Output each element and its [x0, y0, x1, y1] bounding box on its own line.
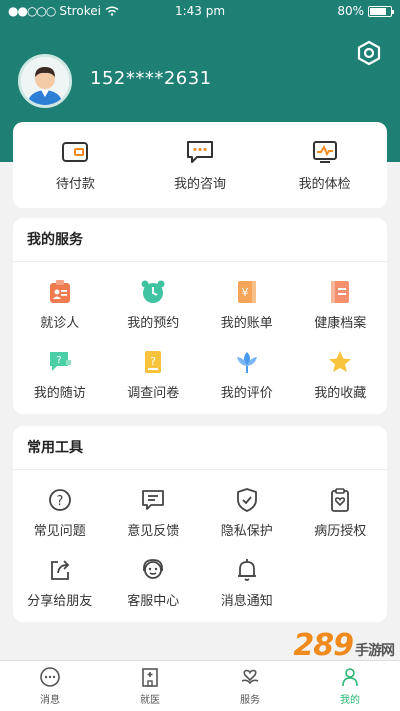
shield-check-icon — [236, 488, 257, 512]
message-icon — [40, 667, 60, 687]
flower-icon — [236, 352, 257, 373]
service-label: 我的收藏 — [314, 386, 367, 401]
service-label: 我的预约 — [127, 316, 180, 331]
battery-icon — [368, 5, 394, 17]
chat-bubble-icon — [186, 140, 213, 163]
common-tools-card: 常用工具 ? 常见问题 意见反馈 隐私保护 病历授权 分享给朋友 客服中心 消息… — [13, 426, 387, 622]
tab-medical[interactable]: 就医 — [100, 661, 200, 711]
followup-chat-icon: ? — [49, 352, 71, 371]
tab-label: 就医 — [140, 695, 160, 706]
quick-action-pending-payment[interactable]: 待付款 — [25, 139, 125, 192]
wifi-icon — [105, 6, 119, 16]
status-bar: ●●○○○ Strokei 1:43 pm 80% — [0, 0, 400, 22]
tab-label: 消息 — [40, 695, 60, 706]
person-icon — [342, 668, 358, 687]
service-label: 就诊人 — [40, 316, 80, 331]
battery-percent: 80% — [337, 4, 364, 18]
section-title: 常用工具 — [13, 426, 387, 470]
question-icon: ? — [48, 489, 71, 511]
clipboard-heart-icon — [331, 488, 350, 512]
monitor-pulse-icon — [312, 140, 337, 163]
tab-label: 我的 — [340, 695, 360, 706]
tool-feedback[interactable]: 意见反馈 — [107, 478, 201, 548]
service-label: 健康档案 — [314, 316, 367, 331]
service-health-records[interactable]: 健康档案 — [294, 270, 388, 340]
service-label: 我的评价 — [220, 386, 273, 401]
watermark-suffix: 手游网 — [355, 643, 395, 659]
quick-action-label: 待付款 — [55, 176, 95, 192]
feedback-icon — [142, 490, 165, 510]
tool-label: 常见问题 — [33, 524, 86, 539]
quick-actions-card: 待付款 我的咨询 我的体检 — [13, 122, 387, 208]
tool-label: 消息通知 — [220, 594, 273, 609]
service-questionnaire[interactable]: ? 调查问卷 — [107, 340, 201, 410]
svg-text:¥: ¥ — [241, 286, 248, 299]
tool-share[interactable]: 分享给朋友 — [13, 548, 107, 618]
signal-icon: ●●○○○ — [8, 4, 56, 18]
tab-mine[interactable]: 我的 — [300, 661, 400, 711]
watermark-text: 289 — [293, 628, 354, 663]
star-icon — [329, 351, 352, 372]
wallet-icon — [62, 141, 89, 162]
watermark-logo: 289 手游网 — [293, 628, 395, 663]
service-reviews[interactable]: 我的评价 — [200, 340, 294, 410]
tool-faq[interactable]: ? 常见问题 — [13, 478, 107, 548]
tool-notifications[interactable]: 消息通知 — [200, 548, 294, 618]
patient-card-icon — [49, 280, 70, 303]
tool-label: 分享给朋友 — [27, 594, 93, 609]
tool-record-authorization[interactable]: 病历授权 — [294, 478, 388, 548]
tool-label: 客服中心 — [127, 594, 180, 609]
service-favorites[interactable]: 我的收藏 — [294, 340, 388, 410]
share-icon — [50, 560, 70, 580]
tab-messages[interactable]: 消息 — [0, 661, 100, 711]
svg-text:?: ? — [56, 355, 61, 366]
tool-label: 病历授权 — [314, 524, 367, 539]
quick-action-label: 我的咨询 — [173, 176, 226, 192]
service-patients[interactable]: 就诊人 — [13, 270, 107, 340]
tool-label: 意见反馈 — [127, 524, 180, 539]
heart-hand-icon — [241, 669, 259, 685]
bill-icon: ¥ — [237, 281, 256, 303]
my-services-card: 我的服务 就诊人 我的预约 ¥ 我的账单 健康档案 ? 我的随访 ? 调查问卷 … — [13, 218, 387, 414]
svg-text:?: ? — [56, 494, 63, 509]
carrier-label: Strokei — [59, 4, 101, 18]
questionnaire-icon: ? — [145, 351, 162, 373]
bottom-tab-bar: 消息 就医 服务 我的 — [0, 660, 400, 711]
service-label: 调查问卷 — [127, 386, 180, 401]
customer-service-icon — [143, 559, 164, 579]
avatar[interactable] — [18, 54, 72, 108]
clock: 1:43 pm — [174, 4, 226, 18]
service-label: 我的随访 — [33, 386, 86, 401]
tool-privacy[interactable]: 隐私保护 — [200, 478, 294, 548]
tool-customer-service[interactable]: 客服中心 — [107, 548, 201, 618]
user-phone: 152****2631 — [90, 68, 212, 89]
settings-icon[interactable] — [356, 40, 382, 66]
svg-text:?: ? — [150, 355, 156, 368]
section-title: 我的服务 — [13, 218, 387, 262]
bell-icon — [237, 559, 256, 581]
service-appointments[interactable]: 我的预约 — [107, 270, 201, 340]
alarm-clock-icon — [141, 280, 165, 303]
tool-label: 隐私保护 — [220, 524, 273, 539]
tab-label: 服务 — [240, 695, 260, 706]
service-followups[interactable]: ? 我的随访 — [13, 340, 107, 410]
health-record-icon — [331, 281, 350, 303]
service-label: 我的账单 — [220, 316, 273, 331]
hospital-icon — [142, 668, 158, 687]
service-bills[interactable]: ¥ 我的账单 — [200, 270, 294, 340]
quick-action-label: 我的体检 — [298, 176, 351, 192]
quick-action-consultation[interactable]: 我的咨询 — [150, 139, 250, 192]
tab-services[interactable]: 服务 — [200, 661, 300, 711]
quick-action-checkup[interactable]: 我的体检 — [275, 139, 375, 192]
